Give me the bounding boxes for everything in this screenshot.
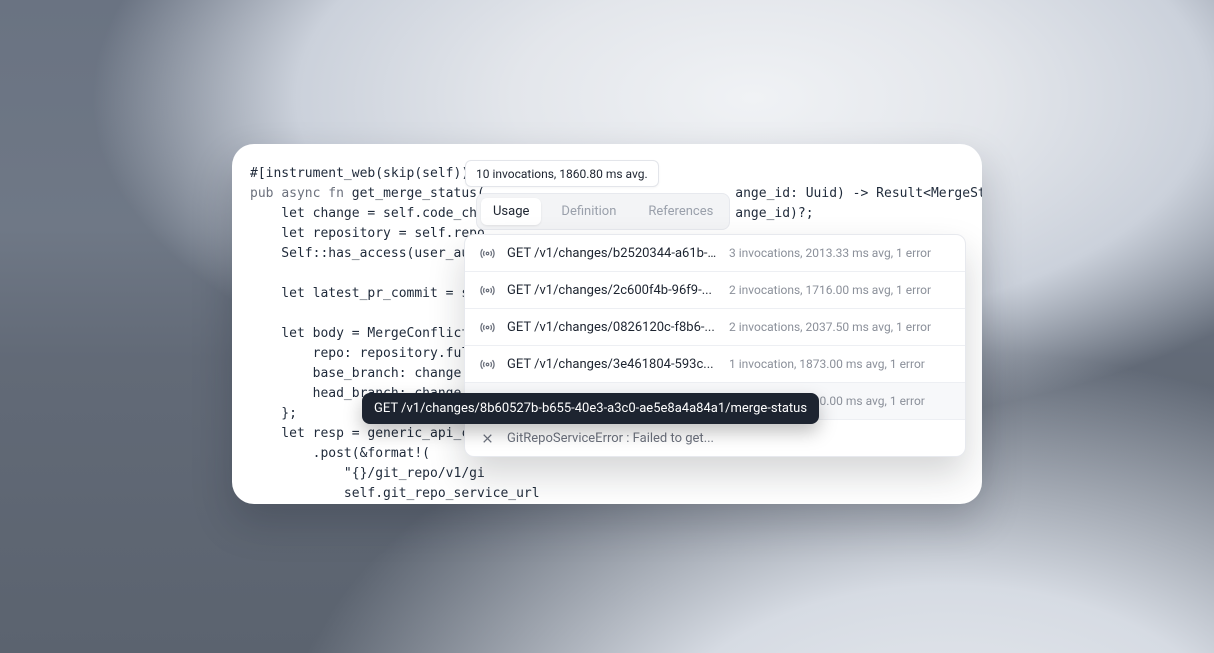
usage-row-error[interactable]: GitRepoServiceError : Failed to get... (465, 420, 965, 456)
usage-row[interactable]: GET /v1/changes/0826120c-f8b6-... 2 invo… (465, 309, 965, 346)
usage-row-error-label: GitRepoServiceError : Failed to get... (507, 431, 951, 446)
fn-name: get_merge_status( (352, 186, 485, 201)
broadcast-icon (479, 393, 495, 409)
tab-references-label: References (648, 204, 713, 219)
kw-pub: pub (250, 186, 281, 201)
code-attribute: #[instrument_web(skip(self))] (250, 166, 477, 181)
usage-row[interactable]: GET /v1/changes/8b60527b-b655... 1 invoc… (465, 383, 965, 420)
broadcast-icon (479, 319, 495, 335)
tab-usage[interactable]: Usage (481, 198, 541, 225)
usage-row[interactable]: GET /v1/changes/b2520344-a61b-... 3 invo… (465, 235, 965, 272)
usage-row-stats: 2 invocations, 2037.50 ms avg, 1 error (729, 320, 951, 334)
invocations-badge-text: 10 invocations, 1860.80 ms avg. (476, 167, 648, 181)
broadcast-icon (479, 245, 495, 261)
usage-row[interactable]: GET /v1/changes/3e461804-593c... 1 invoc… (465, 346, 965, 383)
tab-usage-label: Usage (493, 204, 529, 219)
usage-popover: GET /v1/changes/b2520344-a61b-... 3 invo… (464, 234, 966, 457)
broadcast-icon (479, 356, 495, 372)
usage-row-label: GET /v1/changes/2c600f4b-96f9-... (507, 283, 717, 298)
usage-row-stats: 1 invocation, 1873.00 ms avg, 1 error (729, 357, 951, 371)
usage-row[interactable]: GET /v1/changes/2c600f4b-96f9-... 2 invo… (465, 272, 965, 309)
usage-row-stats: 2 invocations, 1716.00 ms avg, 1 error (729, 283, 951, 297)
usage-row-label: GET /v1/changes/8b60527b-b655... (507, 394, 717, 409)
invocations-badge[interactable]: 10 invocations, 1860.80 ms avg. (465, 160, 659, 187)
usage-row-label: GET /v1/changes/3e461804-593c... (507, 357, 717, 372)
close-icon (479, 430, 495, 446)
tab-definition[interactable]: Definition (549, 198, 628, 225)
tab-definition-label: Definition (561, 204, 616, 219)
popover-tabs: Usage Definition References (476, 193, 730, 230)
usage-row-stats: 1 invocation, 1820.00 ms avg, 1 error (729, 394, 951, 408)
usage-row-label: GET /v1/changes/0826120c-f8b6-... (507, 320, 717, 335)
kw-fn: fn (328, 186, 351, 201)
tab-references[interactable]: References (636, 198, 725, 225)
kw-async: async (281, 186, 328, 201)
broadcast-icon (479, 282, 495, 298)
usage-row-label: GET /v1/changes/b2520344-a61b-... (507, 246, 717, 261)
usage-row-stats: 3 invocations, 2013.33 ms avg, 1 error (729, 246, 951, 260)
